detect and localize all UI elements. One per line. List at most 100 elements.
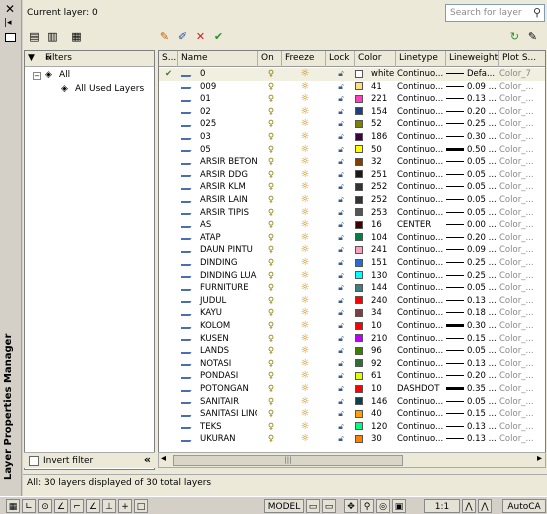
layer-linetype[interactable]: Continuo...	[397, 232, 445, 245]
layer-name[interactable]: 01	[181, 93, 257, 106]
on-bulb-icon[interactable]: ♀	[259, 219, 283, 232]
new-property-filter-icon[interactable]: ▤	[27, 30, 42, 44]
layer-plot-style[interactable]: Color_...	[499, 144, 545, 157]
unlock-icon[interactable]: 🔓︎	[328, 358, 354, 371]
layer-name[interactable]: 02	[181, 106, 257, 119]
set-current-icon[interactable]: ✔	[211, 30, 226, 44]
auto-hide-icon[interactable]: |◂	[4, 18, 12, 28]
layer-color[interactable]: 240	[355, 295, 395, 308]
layer-linetype[interactable]: Continuo...	[397, 194, 445, 207]
layer-lineweight[interactable]: 0.25 ...	[446, 270, 498, 283]
layer-plot-style[interactable]: Color_...	[499, 81, 545, 94]
annotation-scale[interactable]: 1:1	[424, 499, 460, 513]
layer-linetype[interactable]: DASHDOT	[397, 383, 445, 396]
layer-linetype[interactable]: Continuo...	[397, 370, 445, 383]
layer-name[interactable]: SANITAIR	[181, 396, 257, 409]
otrack-icon[interactable]: ∠	[86, 499, 100, 513]
layer-plot-style[interactable]: Color_...	[499, 118, 545, 131]
layer-row[interactable]: 05 ♀ ☼ 🔓︎ 50 Continuo... 0.50 ... Color_...	[159, 144, 545, 157]
layer-row[interactable]: TEKS ♀ ☼ 🔓︎ 120 Continuo... 0.13 ... Color_...	[159, 421, 545, 434]
freeze-sun-icon[interactable]: ☼	[284, 207, 326, 220]
layer-lineweight[interactable]: 0.05 ...	[446, 156, 498, 169]
dyn-icon[interactable]: +	[118, 499, 132, 513]
layer-name[interactable]: PONDASI	[181, 370, 257, 383]
layer-lineweight[interactable]: 0.25 ...	[446, 118, 498, 131]
unlock-icon[interactable]: 🔓︎	[328, 169, 354, 182]
layer-plot-style[interactable]: Color_...	[499, 93, 545, 106]
on-bulb-icon[interactable]: ♀	[259, 144, 283, 157]
zoom-icon[interactable]: ⚲	[360, 499, 374, 513]
freeze-sun-icon[interactable]: ☼	[284, 408, 326, 421]
freeze-sun-icon[interactable]: ☼	[284, 295, 326, 308]
layer-color[interactable]: 221	[355, 93, 395, 106]
layer-name[interactable]: NOTASI	[181, 358, 257, 371]
on-bulb-icon[interactable]: ♀	[259, 421, 283, 434]
unlock-icon[interactable]: 🔓︎	[328, 307, 354, 320]
layer-row[interactable]: POTONGAN ♀ ☼ 🔓︎ 10 DASHDOT 0.35 ... Color_...	[159, 383, 545, 396]
on-bulb-icon[interactable]: ♀	[259, 345, 283, 358]
layer-color[interactable]: 186	[355, 131, 395, 144]
layer-lineweight[interactable]: 0.05 ...	[446, 169, 498, 182]
settings-icon[interactable]: ✎	[525, 30, 540, 44]
refresh-icon[interactable]: ↻	[507, 30, 522, 44]
layer-lineweight[interactable]: 0.13 ...	[446, 358, 498, 371]
layer-name[interactable]: 03	[181, 131, 257, 144]
layer-lineweight[interactable]: 0.00 ...	[446, 219, 498, 232]
delete-layer-icon[interactable]: ✕	[193, 30, 208, 44]
filter-tree-all-used[interactable]: ◈ All Used Layers	[29, 83, 150, 97]
freeze-sun-icon[interactable]: ☼	[284, 370, 326, 383]
layer-color[interactable]: 52	[355, 118, 395, 131]
ortho-icon[interactable]: ⌐	[70, 499, 84, 513]
on-bulb-icon[interactable]: ♀	[259, 282, 283, 295]
unlock-icon[interactable]: 🔓︎	[328, 232, 354, 245]
layer-row[interactable]: NOTASI ♀ ☼ 🔓︎ 92 Continuo... 0.13 ... Color_...	[159, 358, 545, 371]
new-group-filter-icon[interactable]: ▥	[45, 30, 60, 44]
osnap-icon[interactable]: ⊙	[38, 499, 52, 513]
layer-lineweight[interactable]: 0.13 ...	[446, 295, 498, 308]
freeze-sun-icon[interactable]: ☼	[284, 68, 326, 81]
layer-lineweight[interactable]: 0.30 ...	[446, 320, 498, 333]
column-linetype[interactable]: Linetype	[396, 51, 446, 67]
layer-linetype[interactable]: Continuo...	[397, 93, 445, 106]
layer-row[interactable]: ARSIR DDG ♀ ☼ 🔓︎ 251 Continuo... 0.05 ... Color…	[159, 169, 545, 182]
freeze-sun-icon[interactable]: ☼	[284, 282, 326, 295]
on-bulb-icon[interactable]: ♀	[259, 408, 283, 421]
layer-lineweight[interactable]: 0.20 ...	[446, 232, 498, 245]
collapse-filters-icon[interactable]: «	[45, 51, 150, 64]
freeze-sun-icon[interactable]: ☼	[284, 156, 326, 169]
layer-lineweight[interactable]: 0.20 ...	[446, 370, 498, 383]
steering-wheel-icon[interactable]: ◎	[376, 499, 390, 513]
freeze-sun-icon[interactable]: ☼	[284, 131, 326, 144]
pan-icon[interactable]: ✥	[344, 499, 358, 513]
collapse-filters-bottom-icon[interactable]: «	[144, 453, 151, 466]
layer-name[interactable]: FURNITURE	[181, 282, 257, 295]
on-bulb-icon[interactable]: ♀	[259, 131, 283, 144]
layer-name[interactable]: POTONGAN	[181, 383, 257, 396]
layer-name[interactable]: SANITASI LINGK	[181, 408, 257, 421]
freeze-sun-icon[interactable]: ☼	[284, 144, 326, 157]
layer-plot-style[interactable]: Color_...	[499, 207, 545, 220]
layer-name[interactable]: 009	[181, 81, 257, 94]
layer-linetype[interactable]: Continuo...	[397, 118, 445, 131]
layer-color[interactable]: 154	[355, 106, 395, 119]
layer-linetype[interactable]: Continuo...	[397, 295, 445, 308]
unlock-icon[interactable]: 🔓︎	[328, 383, 354, 396]
on-bulb-icon[interactable]: ♀	[259, 194, 283, 207]
on-bulb-icon[interactable]: ♀	[259, 68, 283, 81]
layer-linetype[interactable]: Continuo...	[397, 433, 445, 446]
layer-name[interactable]: ARSIR TIPIS	[181, 207, 257, 220]
layer-row[interactable]: ARSIR TIPIS ♀ ☼ 🔓︎ 253 Continuo... 0.05 ... Col…	[159, 207, 545, 220]
layer-lineweight[interactable]: 0.25 ...	[446, 257, 498, 270]
unlock-icon[interactable]: 🔓︎	[328, 244, 354, 257]
freeze-sun-icon[interactable]: ☼	[284, 421, 326, 434]
layer-row[interactable]: DINDING ♀ ☼ 🔓︎ 151 Continuo... 0.25 ... Color_.…	[159, 257, 545, 270]
layout2-icon[interactable]: ▭	[322, 499, 336, 513]
layer-row[interactable]: KOLOM ♀ ☼ 🔓︎ 10 Continuo... 0.30 ... Color_...	[159, 320, 545, 333]
search-icon[interactable]: ⚲	[533, 6, 541, 19]
freeze-sun-icon[interactable]: ☼	[284, 383, 326, 396]
layer-lineweight[interactable]: 0.05 ...	[446, 345, 498, 358]
unlock-icon[interactable]: 🔓︎	[328, 433, 354, 446]
layer-plot-style[interactable]: Color_...	[499, 194, 545, 207]
layer-linetype[interactable]: Continuo...	[397, 408, 445, 421]
column-name[interactable]: Name	[178, 51, 258, 67]
